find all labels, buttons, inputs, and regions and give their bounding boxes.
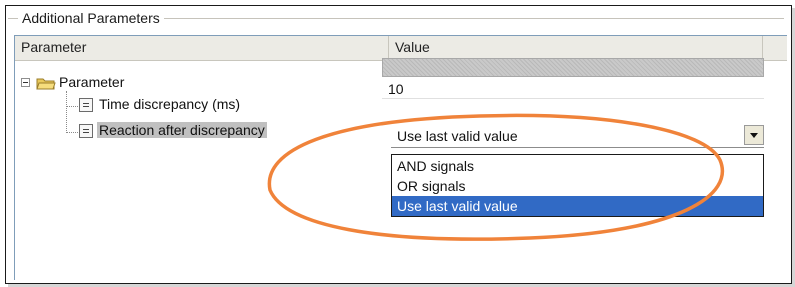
reaction-select[interactable]: Use last valid value bbox=[391, 124, 764, 148]
root-value-cell bbox=[382, 58, 764, 77]
collapse-toggle[interactable] bbox=[21, 78, 30, 87]
parameter-row-label[interactable]: Time discrepancy (ms) bbox=[99, 96, 240, 112]
reaction-select-value: Use last valid value bbox=[397, 128, 518, 144]
option-or-signals[interactable]: OR signals bbox=[392, 176, 763, 196]
chevron-down-icon bbox=[750, 133, 758, 138]
column-header-parameter[interactable]: Parameter bbox=[15, 36, 389, 59]
dropdown-toggle-button[interactable] bbox=[744, 125, 764, 145]
parameter-icon bbox=[79, 124, 93, 138]
column-header-value[interactable]: Value bbox=[389, 36, 763, 59]
option-and-signals[interactable]: AND signals bbox=[392, 156, 763, 176]
time-discrepancy-value[interactable]: 10 bbox=[382, 79, 764, 99]
parameter-row-label-selected[interactable]: Reaction after discrepancy bbox=[97, 122, 267, 138]
column-header-filler bbox=[763, 36, 787, 59]
folder-icon bbox=[36, 78, 56, 90]
group-title: Additional Parameters bbox=[18, 10, 164, 26]
option-use-last-valid-value[interactable]: Use last valid value bbox=[392, 196, 763, 216]
parameter-icon bbox=[79, 98, 93, 112]
tree-root-label[interactable]: Parameter bbox=[59, 74, 124, 90]
tree-connector bbox=[66, 106, 78, 107]
tree-connector bbox=[66, 132, 78, 133]
reaction-options-list: AND signals OR signals Use last valid va… bbox=[391, 154, 764, 217]
tree-connector bbox=[66, 91, 67, 133]
